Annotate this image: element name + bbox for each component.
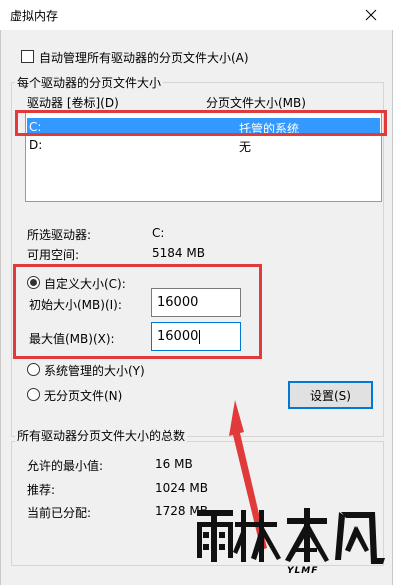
totals-group-legend: 所有驱动器分页文件大小的总数 bbox=[15, 427, 188, 444]
selected-drive-value: C: bbox=[152, 226, 165, 240]
min-allowed-value: 16 MB bbox=[155, 457, 193, 471]
no-paging-radio[interactable] bbox=[27, 388, 40, 401]
recommended-label: 推荐: bbox=[27, 483, 56, 497]
watermark-logo: YLMF bbox=[189, 492, 389, 582]
free-space-value: 5184 MB bbox=[152, 246, 205, 260]
allocated-label: 当前已分配: bbox=[27, 506, 92, 520]
annotation-box-selected-row bbox=[15, 110, 387, 136]
window-title: 虚拟内存 bbox=[10, 9, 59, 23]
selected-drive-label: 所选驱动器: bbox=[27, 228, 92, 242]
free-space-label: 可用空间: bbox=[27, 248, 80, 262]
system-managed-label: 系统管理的大小(Y) bbox=[44, 364, 145, 378]
min-allowed-label: 允许的最小值: bbox=[27, 459, 104, 473]
auto-manage-checkbox[interactable] bbox=[21, 50, 34, 63]
drives-group-legend: 每个驱动器的分页文件大小 bbox=[15, 74, 164, 91]
system-managed-radio[interactable] bbox=[27, 363, 40, 376]
close-icon bbox=[365, 9, 377, 21]
drive-row-d-size: 无 bbox=[239, 140, 252, 154]
drive-row-d-drive: D: bbox=[29, 138, 43, 152]
title-bar: 虚拟内存 bbox=[0, 0, 393, 30]
column-header-drive: 驱动器 [卷标](D) bbox=[27, 96, 119, 110]
annotation-box-custom-size bbox=[13, 264, 262, 359]
no-paging-label: 无分页文件(N) bbox=[44, 389, 123, 403]
close-button[interactable] bbox=[349, 0, 393, 30]
dialog-body: 自动管理所有驱动器的分页文件大小(A) 每个驱动器的分页文件大小 驱动器 [卷标… bbox=[0, 30, 393, 585]
auto-manage-label: 自动管理所有驱动器的分页文件大小(A) bbox=[39, 51, 249, 65]
watermark-sub-text: YLMF bbox=[287, 566, 319, 576]
drive-row-d[interactable]: D: 无 bbox=[27, 136, 380, 154]
set-button[interactable]: 设置(S) bbox=[288, 381, 373, 409]
set-button-label: 设置(S) bbox=[310, 388, 351, 403]
column-header-size: 分页文件大小(MB) bbox=[206, 96, 306, 110]
